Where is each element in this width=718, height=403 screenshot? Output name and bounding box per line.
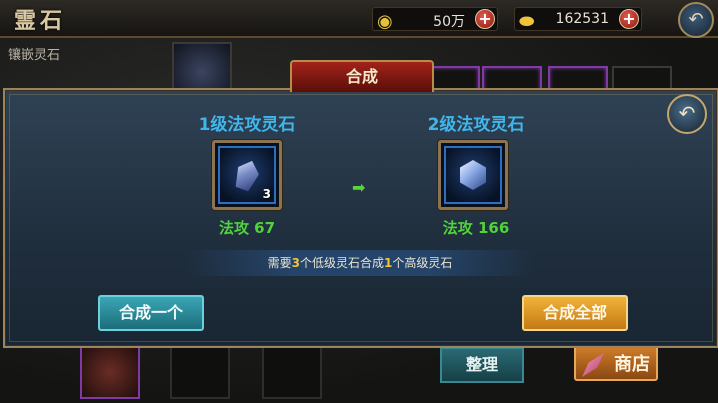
coin-icon: ◉ [377, 11, 393, 32]
feather-icon [582, 353, 604, 377]
back-icon[interactable]: ↶ [678, 2, 714, 38]
sort-button[interactable]: 整理 [440, 347, 524, 383]
gold-ingot-icon: ⬬ [519, 11, 535, 32]
shop-label: 商店 [614, 354, 650, 375]
gold-amount: 162531 [555, 11, 609, 27]
requirement-text: 需要3个低级灵石合成1个高级灵石 [185, 250, 535, 276]
inlay-label: 镶嵌灵石 [8, 48, 61, 63]
stone-count: 3 [262, 187, 271, 201]
req-suffix: 个高级灵石 [392, 256, 453, 270]
add-gold-button[interactable]: + [619, 9, 639, 29]
req-prefix: 需要 [267, 256, 292, 270]
tab-synthesize: 合成 [290, 60, 434, 92]
top-bar: 霊石 ◉ 50万 + ⬬ 162531 + ↶ [0, 0, 718, 38]
req-low-count: 3 [291, 256, 300, 270]
arrow-right-icon: ➡ [352, 178, 366, 197]
add-copper-button[interactable]: + [475, 9, 495, 29]
close-icon[interactable]: ↶ [667, 94, 707, 134]
target-stone-slot[interactable] [438, 140, 508, 210]
req-middle: 个低级灵石合成 [299, 256, 384, 270]
equipment-slot[interactable] [262, 345, 322, 399]
spirit-stone-icon [460, 160, 486, 190]
equipment-slot[interactable] [80, 345, 140, 399]
target-stone-stat: 法攻 166 [442, 219, 510, 237]
shop-button[interactable]: 商店 [574, 345, 658, 381]
synthesize-all-button[interactable]: 合成全部 [522, 295, 628, 331]
synthesize-one-button[interactable]: 合成一个 [98, 295, 204, 331]
source-stone-stat: 法攻 67 [218, 219, 276, 237]
equipment-slot[interactable] [170, 345, 230, 399]
gold-resource: ⬬ 162531 + [514, 7, 642, 32]
spirit-stone-icon [232, 157, 263, 193]
target-stone-name: 2级法攻灵石 [427, 115, 525, 135]
page-title: 霊石 [14, 8, 67, 34]
source-stone-frame: 3 [218, 146, 276, 204]
source-stone-slot[interactable]: 3 [212, 140, 282, 210]
source-stone-name: 1级法攻灵石 [198, 115, 296, 135]
copper-resource: ◉ 50万 + [372, 7, 498, 32]
copper-amount: 50万 [433, 14, 465, 30]
synthesis-dialog: ↶ 1级法攻灵石 3 法攻 67 ➡ 2级法攻灵石 法攻 166 需要3个低级灵… [3, 88, 718, 348]
target-stone-frame [444, 146, 502, 204]
